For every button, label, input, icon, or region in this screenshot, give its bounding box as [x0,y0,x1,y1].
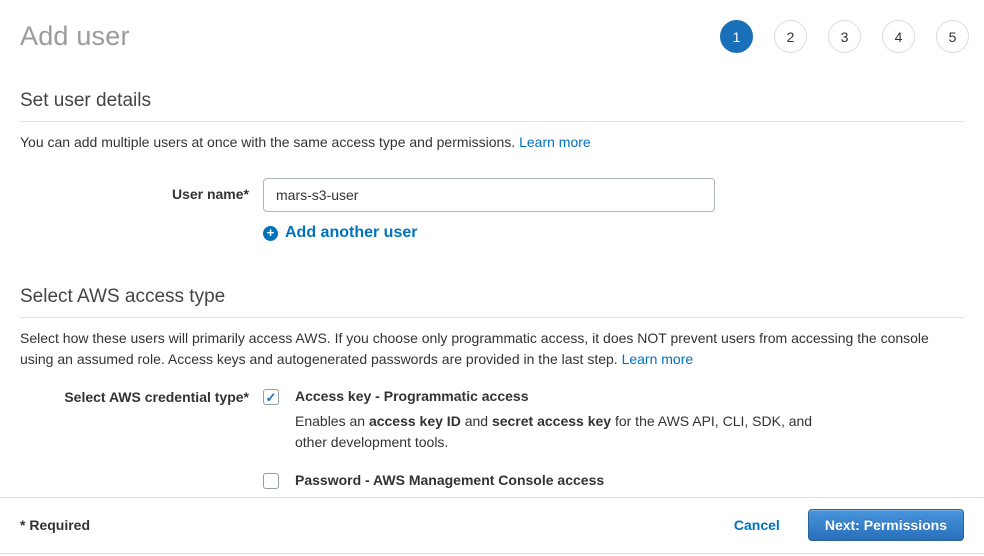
access-key-checkbox[interactable]: ✓ [263,389,279,405]
access-key-option-title: Access key - Programmatic access [295,388,847,405]
cancel-button[interactable]: Cancel [734,517,780,533]
access-key-option-description: Enables an access key ID and secret acce… [295,411,847,453]
desc-bold: secret access key [492,413,611,429]
add-another-user-link[interactable]: + Add another user [263,224,964,242]
add-another-user-label: Add another user [285,224,417,242]
access-key-option-texts: Access key - Programmatic access Enables… [295,388,847,453]
step-3: 3 [828,20,861,53]
footer-actions: Cancel Next: Permissions [734,509,964,541]
access-type-description-text: Select how these users will primarily ac… [20,330,929,367]
section-divider [20,317,964,318]
step-indicator: 1 2 3 4 5 [720,20,969,53]
add-user-wizard: Add user 1 2 3 4 5 Set user details You … [0,0,984,556]
step-4: 4 [882,20,915,53]
password-checkbox[interactable] [263,473,279,489]
desc-bold: access key ID [369,413,461,429]
user-details-learn-more-link[interactable]: Learn more [519,134,591,150]
plus-circle-icon: + [263,226,278,241]
access-key-option: ✓ Access key - Programmatic access Enabl… [263,388,847,453]
username-input[interactable] [263,178,715,212]
username-label: User name* [20,178,249,212]
password-option-title: Password - AWS Management Console access [295,472,814,489]
section-divider [20,121,964,122]
step-2: 2 [774,20,807,53]
access-type-heading: Select AWS access type [20,286,964,308]
desc-text: Enables an [295,413,369,429]
next-permissions-button[interactable]: Next: Permissions [808,509,964,541]
desc-text: and [461,413,492,429]
check-icon: ✓ [266,391,277,404]
user-details-description: You can add multiple users at once with … [20,132,964,153]
wizard-header: Add user 1 2 3 4 5 [0,0,984,53]
access-type-description: Select how these users will primarily ac… [20,328,964,370]
user-details-description-text: You can add multiple users at once with … [20,134,515,150]
page-title: Add user [20,21,130,52]
step-5: 5 [936,20,969,53]
wizard-content: Set user details You can add multiple us… [0,90,984,516]
username-row: User name* [20,178,964,212]
user-details-heading: Set user details [20,90,964,112]
wizard-footer: * Required Cancel Next: Permissions [0,497,984,554]
required-note: * Required [20,517,90,533]
access-type-learn-more-link[interactable]: Learn more [622,351,694,367]
step-1: 1 [720,20,753,53]
